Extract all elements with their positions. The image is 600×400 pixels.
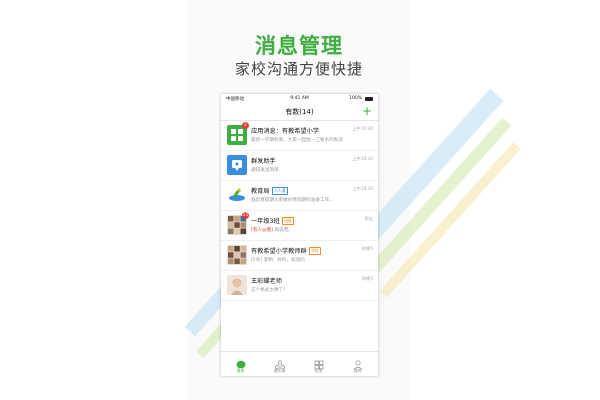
conversation-preview: 最新一学期到来，大家一起给一江春水的私流 xyxy=(251,138,343,143)
app-store-screenshot: 消息管理 家校沟通方便快捷 中国移动 9:41 AM 100% 有数(14) +… xyxy=(0,0,600,400)
banner-headline: 消息管理 xyxy=(255,34,343,58)
tab-contacts[interactable]: 通讯录 xyxy=(260,352,299,376)
conversation-preview: 临近寒假期大家做好寒假期的准备工作... xyxy=(251,198,334,203)
conversation-preview: 通知发送简单 xyxy=(251,168,279,173)
conversation-preview: [5条] 李明：好的，知道的 xyxy=(251,258,305,263)
conversation-name: 一年级3班 班级 xyxy=(251,216,295,225)
conversation-row-teacher-wang[interactable]: 王彩蝶老师 这个格式太棒了！ 昨晚5 xyxy=(221,271,378,301)
unread-badge: 2 xyxy=(242,122,249,129)
tab-apps[interactable]: 应用 xyxy=(299,352,338,376)
education-logo xyxy=(227,185,247,205)
battery-label: 100% xyxy=(349,96,362,101)
tab-label: 应用 xyxy=(314,368,323,373)
conversation-name: 教育局 人人通 xyxy=(251,186,288,195)
conversation-row-teacher-group[interactable]: 有教希望小学教师群 学校 [5条] 李明：好的，知道的 昨晚5 xyxy=(221,241,378,271)
conversation-time: 昨晚5 xyxy=(361,246,373,251)
teacher-group-avatar xyxy=(227,245,247,265)
apps-grid-icon xyxy=(314,355,324,370)
conversation-tag: 学校 xyxy=(308,247,322,255)
conversation-row-class-3[interactable]: 15 一年级3班 班级 [有人@我] 再说吧。 周五 xyxy=(221,211,378,241)
conversation-list: 2 应用消息：有教希望小学 最新一学期到来，大家一起给一江春水的私流 上午10:… xyxy=(221,121,378,301)
add-button[interactable]: + xyxy=(362,104,372,118)
tab-label: 我的 xyxy=(353,368,362,373)
banner-subline: 家校沟通方便快捷 xyxy=(234,60,363,78)
conversation-time: 周五 xyxy=(364,216,373,221)
broadcast-icon xyxy=(227,155,247,175)
mention-label: [有人@我] xyxy=(251,228,273,233)
conversation-tag: 班级 xyxy=(281,217,295,225)
tab-bar: 消息 通讯录 应用 我的 xyxy=(221,351,378,376)
conversation-row-broadcast[interactable]: 群发助手 通知发送简单 上午10:30 xyxy=(221,151,378,181)
conversation-row-app-message[interactable]: 2 应用消息：有教希望小学 最新一学期到来，大家一起给一江春水的私流 上午10:… xyxy=(221,121,378,151)
conversation-name: 有教希望小学教师群 学校 xyxy=(251,246,322,255)
nav-bar: 有数(14) + xyxy=(221,104,378,121)
tab-label: 消息 xyxy=(236,368,245,373)
conversation-time: 昨晚5 xyxy=(361,276,373,281)
contacts-icon xyxy=(275,355,285,370)
tab-profile[interactable]: 我的 xyxy=(338,352,377,376)
conversation-row-education-bureau[interactable]: 教育局 人人通 临近寒假期大家做好寒假期的准备工作... 上午10:30 xyxy=(221,181,378,211)
conversation-preview: 这个格式太棒了！ xyxy=(251,288,288,293)
conversation-time: 上午10:30 xyxy=(352,186,373,191)
conversation-preview: [有人@我] 再说吧。 xyxy=(251,228,293,233)
page-title: 有数(14) xyxy=(285,108,314,116)
conversation-time: 上午10:30 xyxy=(352,156,373,161)
status-bar: 中国移动 9:41 AM 100% xyxy=(221,94,378,104)
chat-bubble-icon xyxy=(236,355,246,370)
profile-icon xyxy=(353,355,363,370)
conversation-time: 上午10:30 xyxy=(352,126,373,131)
conversation-name: 王彩蝶老师 xyxy=(251,278,282,285)
tab-messages[interactable]: 消息 xyxy=(221,352,260,376)
tab-label: 通讯录 xyxy=(273,368,286,373)
conversation-tag: 人人通 xyxy=(271,187,288,195)
battery-icon xyxy=(365,97,373,101)
conversation-name: 应用消息：有教希望小学 xyxy=(251,128,320,135)
phone-screen: 中国移动 9:41 AM 100% 有数(14) + 2 应用消息：有教希望小学… xyxy=(221,94,378,376)
conversation-name: 群发助手 xyxy=(251,158,276,165)
teacher-photo-avatar xyxy=(227,275,247,295)
unread-badge: 15 xyxy=(242,212,249,219)
